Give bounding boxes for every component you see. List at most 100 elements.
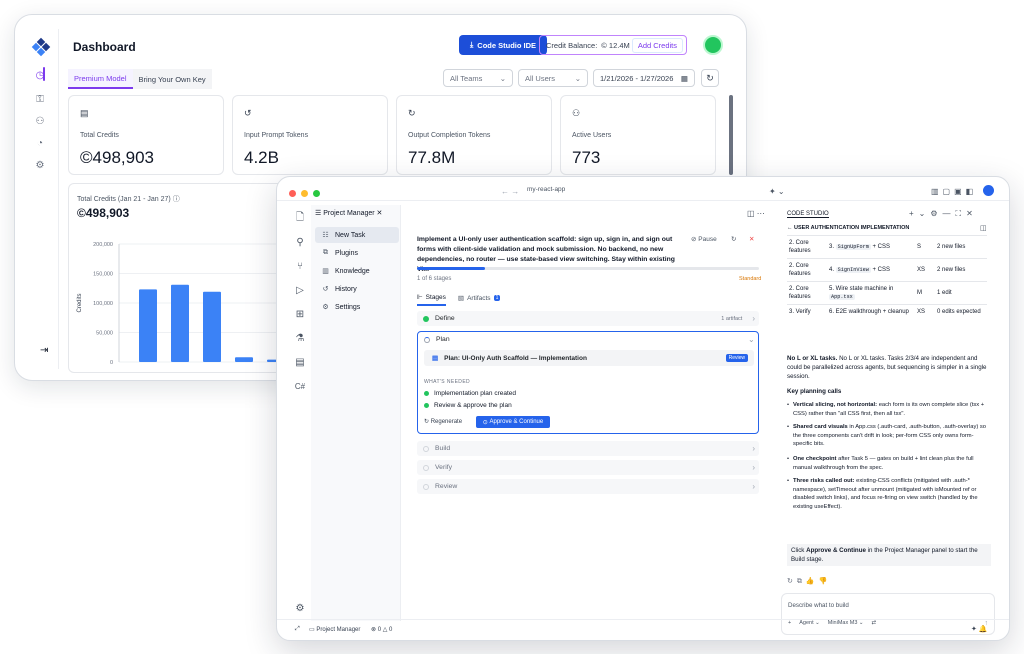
status-panel-item[interactable]: ▭ Project Manager [309, 626, 360, 633]
avatar[interactable] [983, 185, 994, 196]
nav-item-settings[interactable]: ⚙ Settings [315, 299, 399, 315]
refresh-button[interactable]: ↻ [701, 69, 719, 87]
chevron-down-icon: ⌄ [499, 73, 506, 83]
dashboard-scrollbar[interactable] [729, 95, 733, 175]
app-logo-icon[interactable] [31, 37, 51, 57]
add-credits-button[interactable]: Add Credits [631, 37, 683, 53]
files-icon[interactable]: 🗋 [293, 211, 307, 225]
stages-icon: ⊩ [417, 294, 423, 301]
source-control-icon[interactable]: ⑂ [293, 259, 307, 273]
tab-premium-model[interactable]: Premium Model [68, 69, 133, 89]
check-dot-icon [424, 391, 429, 396]
code-studio-ide-button[interactable]: ⤓ Code Studio IDE [459, 35, 547, 55]
run-debug-icon[interactable]: ▷ [293, 283, 307, 297]
settings-gear-icon[interactable]: ⚙ [33, 158, 47, 172]
table-cell-phase: 2. Core features [787, 258, 827, 282]
plan-document-row[interactable]: ▤ Plan: UI-Only Auth Scaffold — Implemen… [424, 350, 754, 366]
nav-item-label: Plugins [335, 249, 358, 257]
stage-build[interactable]: Build › [417, 441, 759, 456]
stat-value: ©498,903 [80, 148, 154, 168]
callout-pre: Click [791, 547, 807, 554]
task-progress-bar [417, 267, 759, 270]
pending-circle-icon [423, 445, 429, 452]
approve-label: Approve & Continue [489, 419, 544, 425]
status-actions-icon[interactable]: ✦ 🔔 [971, 625, 988, 633]
chat-header-actions-icon[interactable]: +⌄⚙—⛶✕ [909, 209, 978, 219]
stage-review[interactable]: Review › [417, 479, 759, 494]
stage-verify[interactable]: Verify › [417, 460, 759, 475]
key-planning-title: Key planning calls [787, 388, 842, 395]
back-arrow-icon[interactable]: ← [787, 225, 793, 231]
table-cell-size: M [915, 281, 935, 305]
stage-label: Review [435, 483, 458, 490]
nav-item-label: New Task [335, 231, 366, 239]
approve-continue-button[interactable]: ⊙ Approve & Continue [476, 416, 550, 428]
panel-tab-project-manager[interactable]: ☰ Project Manager ✕ [315, 209, 382, 217]
search-icon[interactable]: ⚲ [293, 235, 307, 249]
users-select[interactable]: All Users ⌄ [518, 69, 588, 87]
chevron-down-icon[interactable]: ⌄ [748, 335, 755, 344]
table-cell-size: XS [915, 258, 935, 282]
nav-item-knowledge[interactable]: ▥ Knowledge [315, 263, 399, 279]
settings-gear-icon[interactable]: ⚙ [293, 601, 307, 615]
csharp-icon[interactable]: C# [293, 379, 307, 393]
close-window-button[interactable] [289, 190, 296, 197]
ide-button-label: Code Studio IDE [477, 40, 537, 50]
stage-label: Plan [436, 336, 450, 343]
table-cell-task: 6. E2E walkthrough + cleanup [827, 304, 915, 319]
extensions-icon[interactable]: ⊞ [293, 307, 307, 321]
address-bar[interactable]: my-react-app [527, 186, 565, 193]
nav-item-plugins[interactable]: ⧉ Plugins [315, 245, 399, 261]
split-editor-icon[interactable]: ◫ ⋯ [747, 209, 765, 218]
message-actions-icon[interactable]: ↻⧉👍👎 [787, 577, 831, 586]
review-badge[interactable]: Review [725, 354, 748, 362]
remote-icon[interactable]: ⤢ [295, 626, 300, 633]
chart-bar [203, 291, 221, 362]
clock-icon[interactable]: ◷ [33, 68, 47, 82]
nav-item-history[interactable]: ↺ History [315, 281, 399, 297]
tab-artifacts[interactable]: ▧ Artifacts 1 [457, 293, 501, 306]
chart-bar [139, 289, 157, 362]
spinner-icon [424, 336, 430, 343]
stage-define[interactable]: Define 1 artifact › [417, 311, 759, 326]
whats-needed-label: WHAT'S NEEDED [424, 379, 471, 385]
avatar[interactable] [703, 35, 723, 55]
flask-icon[interactable]: ⚗ [293, 331, 307, 345]
table-cell-phase: 3. Verify [787, 304, 827, 319]
history-icon: ↺ [322, 286, 329, 293]
close-icon[interactable]: ✕ [749, 235, 754, 243]
key-icon[interactable]: ⚿ [33, 92, 47, 106]
logout-icon[interactable]: ⇥ [40, 345, 48, 356]
regenerate-button[interactable]: ↻ Regenerate [424, 418, 462, 425]
stage-plan: Plan ⌄ ▤ Plan: UI-Only Auth Scaffold — I… [417, 331, 759, 434]
tab-byok[interactable]: Bring Your Own Key [132, 69, 212, 89]
maximize-window-button[interactable] [313, 190, 320, 197]
date-range-picker[interactable]: 1/21/2026 - 1/27/2026 ▦ [593, 69, 695, 87]
back-forward-icon[interactable]: ← → [501, 187, 519, 196]
problems-indicator[interactable]: ⊗ 0 △ 0 [371, 626, 392, 633]
nav-item-new-task[interactable]: ☷ New Task [315, 227, 399, 243]
users-icon[interactable]: ⚇ [33, 114, 47, 128]
pause-button[interactable]: ⊘ Pause [691, 235, 717, 243]
chat-input-placeholder[interactable]: Describe what to build [788, 602, 849, 609]
credit-coin-icon: © [601, 40, 607, 50]
minimize-window-button[interactable] [301, 190, 308, 197]
layout-toggle-icons[interactable]: ▥▢▣◧ [931, 187, 977, 196]
history-icon[interactable]: ◔ [33, 136, 47, 150]
app-logo-icon[interactable]: ✦ ⌄ [769, 187, 785, 196]
stat-label: Output Completion Tokens [408, 132, 491, 139]
teams-select[interactable]: All Teams ⌄ [443, 69, 513, 87]
tab-stages[interactable]: ⊩ Stages [417, 293, 446, 306]
close-icon[interactable]: ✕ [377, 210, 383, 217]
panel-toggle-icon[interactable]: ◫ [980, 224, 987, 232]
document-icon[interactable]: ▤ [293, 355, 307, 369]
stat-card-total-credits: ▤ Total Credits ©498,903 [68, 95, 224, 175]
tab-label: Stages [425, 293, 446, 301]
stage-plan-header[interactable]: Plan [424, 336, 450, 343]
artifact-icon: ▧ [457, 295, 465, 302]
pause-icon: ⊘ [691, 236, 697, 243]
users-select-value: All Users [525, 73, 556, 83]
chat-panel-title[interactable]: CODE STUDIO [787, 211, 829, 218]
restart-icon[interactable]: ↻ [731, 235, 736, 243]
nav-item-label: Knowledge [335, 267, 370, 275]
